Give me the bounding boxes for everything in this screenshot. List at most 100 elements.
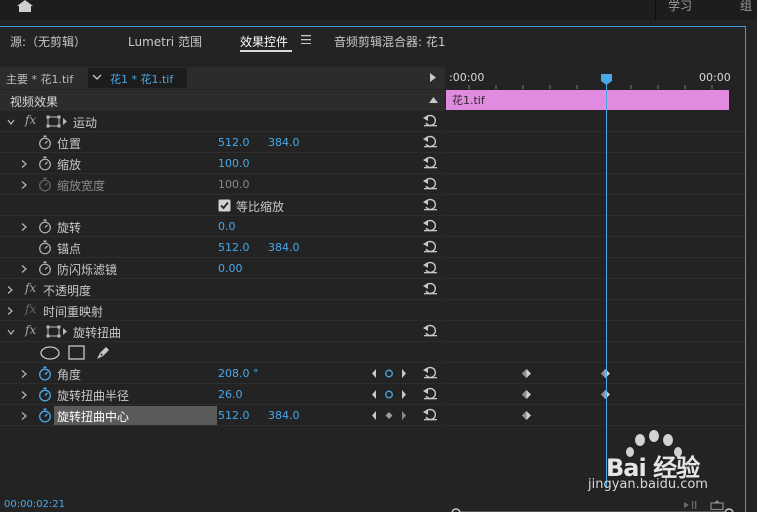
transform-box-icon[interactable] bbox=[46, 325, 68, 338]
angle-value[interactable]: 208.0 ° bbox=[218, 367, 259, 380]
chevron-down-icon[interactable] bbox=[7, 329, 15, 335]
time-ruler[interactable]: :00:00 00:00 bbox=[446, 67, 745, 89]
reset-icon[interactable] bbox=[423, 366, 438, 379]
keyframe-navigator[interactable] bbox=[371, 410, 407, 421]
fx-icon[interactable]: fx bbox=[25, 323, 36, 337]
position-x-value[interactable]: 512.0 bbox=[218, 136, 250, 149]
chevron-down-icon[interactable] bbox=[92, 73, 102, 81]
keyframe-navigator[interactable] bbox=[371, 389, 407, 400]
property-rotation: 旋转 0.0 bbox=[0, 216, 445, 237]
tab-source[interactable]: 源:（无剪辑） bbox=[10, 33, 86, 50]
reset-icon[interactable] bbox=[423, 408, 438, 421]
effect-motion[interactable]: fx 运动 bbox=[0, 111, 445, 132]
anchor-x-value[interactable]: 512.0 bbox=[218, 241, 250, 254]
keyframe-navigator[interactable] bbox=[371, 368, 407, 379]
top-bar: 学习 组 bbox=[0, 0, 757, 20]
transform-box-icon[interactable] bbox=[46, 115, 68, 128]
home-icon[interactable] bbox=[15, 0, 35, 12]
tab-effect-controls[interactable]: 效果控件 bbox=[240, 33, 288, 50]
export-icon[interactable] bbox=[710, 500, 724, 510]
stopwatch-icon[interactable] bbox=[38, 261, 52, 276]
chevron-right-icon[interactable] bbox=[21, 181, 27, 189]
reset-icon[interactable] bbox=[423, 114, 438, 127]
chevron-right-icon[interactable] bbox=[21, 223, 27, 231]
clip-bar[interactable]: 花1.tif bbox=[446, 90, 729, 110]
effect-time-remapping[interactable]: fx 时间重映射 bbox=[0, 300, 445, 321]
stopwatch-icon[interactable] bbox=[38, 240, 52, 255]
workspace-group[interactable]: 组 bbox=[740, 0, 752, 14]
stopwatch-active-icon[interactable] bbox=[38, 408, 52, 423]
keyframe-diamond[interactable] bbox=[522, 390, 531, 399]
ellipse-mask-icon[interactable] bbox=[40, 346, 60, 360]
reset-icon[interactable] bbox=[423, 177, 438, 190]
stopwatch-icon[interactable] bbox=[38, 177, 52, 192]
reset-icon[interactable] bbox=[423, 387, 438, 400]
play-triangle-icon[interactable] bbox=[430, 73, 436, 82]
stopwatch-icon[interactable] bbox=[38, 156, 52, 171]
stopwatch-icon[interactable] bbox=[38, 135, 52, 150]
property-anti-flicker: 防闪烁滤镜 0.00 bbox=[0, 258, 445, 279]
twirl-center-x-value[interactable]: 512.0 bbox=[218, 409, 250, 422]
reset-icon[interactable] bbox=[423, 156, 438, 169]
uniform-scale-checkbox[interactable] bbox=[218, 199, 231, 212]
reset-icon[interactable] bbox=[423, 135, 438, 148]
reset-icon[interactable] bbox=[423, 282, 438, 295]
reset-icon[interactable] bbox=[423, 261, 438, 274]
stopwatch-active-icon[interactable] bbox=[38, 366, 52, 381]
reset-icon[interactable] bbox=[423, 240, 438, 253]
rotation-value[interactable]: 0.0 bbox=[218, 220, 236, 233]
mask-tools bbox=[0, 342, 445, 363]
tab-audio-clip-mixer[interactable]: 音频剪辑混合器: 花1 bbox=[334, 33, 446, 50]
anchor-label: 锚点 bbox=[57, 242, 82, 256]
property-twirl-radius: 旋转扭曲半径 26.0 bbox=[0, 384, 445, 405]
twirl-label: 旋转扭曲 bbox=[73, 326, 122, 340]
chevron-right-icon[interactable] bbox=[21, 160, 27, 168]
scale-value[interactable]: 100.0 bbox=[218, 157, 250, 170]
anti-flicker-label: 防闪烁滤镜 bbox=[57, 263, 118, 277]
keyframe-diamond[interactable] bbox=[522, 411, 531, 420]
chevron-right-icon[interactable] bbox=[21, 391, 27, 399]
collapse-up-icon[interactable] bbox=[429, 97, 438, 103]
current-timecode[interactable]: 00:00:02:21 bbox=[4, 499, 65, 510]
chevron-right-icon[interactable] bbox=[7, 286, 13, 294]
property-scale: 缩放 100.0 bbox=[0, 153, 445, 174]
keyframe-diamond[interactable] bbox=[522, 369, 531, 378]
active-tab-underline bbox=[240, 50, 292, 52]
property-twirl-center: 旋转扭曲中心 512.0 384.0 bbox=[0, 405, 445, 426]
angle-label: 角度 bbox=[57, 368, 82, 382]
chevron-right-icon[interactable] bbox=[21, 370, 27, 378]
pen-mask-icon[interactable] bbox=[95, 345, 111, 361]
reset-icon[interactable] bbox=[423, 198, 438, 211]
reset-icon[interactable] bbox=[423, 324, 438, 337]
anchor-y-value[interactable]: 384.0 bbox=[268, 241, 300, 254]
effect-properties: 主要 * 花1.tif 花1 * 花1.tif 视频效果 fx 运动 位置 51… bbox=[0, 67, 445, 487]
tab-lumetri-scopes[interactable]: Lumetri 范围 bbox=[128, 33, 202, 50]
master-clip-label[interactable]: 主要 * 花1.tif bbox=[6, 71, 73, 87]
property-anchor-point: 锚点 512.0 384.0 bbox=[0, 237, 445, 258]
stopwatch-active-icon[interactable] bbox=[38, 387, 52, 402]
scale-label: 缩放 bbox=[57, 158, 82, 172]
effect-twirl[interactable]: fx 旋转扭曲 bbox=[0, 321, 445, 342]
chevron-down-icon[interactable] bbox=[7, 119, 15, 125]
chevron-right-icon[interactable] bbox=[21, 412, 27, 420]
fx-icon[interactable]: fx bbox=[25, 113, 36, 127]
twirl-center-y-value[interactable]: 384.0 bbox=[268, 409, 300, 422]
stopwatch-icon[interactable] bbox=[38, 219, 52, 234]
position-y-value[interactable]: 384.0 bbox=[268, 136, 300, 149]
fx-icon[interactable]: fx bbox=[25, 281, 36, 295]
playhead-handle[interactable] bbox=[600, 74, 613, 85]
sequence-clip-label[interactable]: 花1 * 花1.tif bbox=[110, 71, 173, 87]
panel-menu-icon[interactable] bbox=[301, 35, 311, 44]
workspace-learn[interactable]: 学习 bbox=[668, 0, 692, 14]
chevron-right-icon[interactable] bbox=[7, 307, 13, 315]
twirl-radius-value[interactable]: 26.0 bbox=[218, 388, 243, 401]
effect-opacity[interactable]: fx 不透明度 bbox=[0, 279, 445, 300]
rectangle-mask-icon[interactable] bbox=[68, 345, 85, 360]
playhead-line[interactable] bbox=[606, 79, 607, 487]
chevron-right-icon[interactable] bbox=[21, 265, 27, 273]
play-audio-icon[interactable] bbox=[683, 500, 697, 510]
reset-icon[interactable] bbox=[423, 219, 438, 232]
time-remap-label: 时间重映射 bbox=[43, 305, 104, 319]
anti-flicker-value[interactable]: 0.00 bbox=[218, 262, 243, 275]
video-effects-title: 视频效果 bbox=[10, 95, 59, 109]
